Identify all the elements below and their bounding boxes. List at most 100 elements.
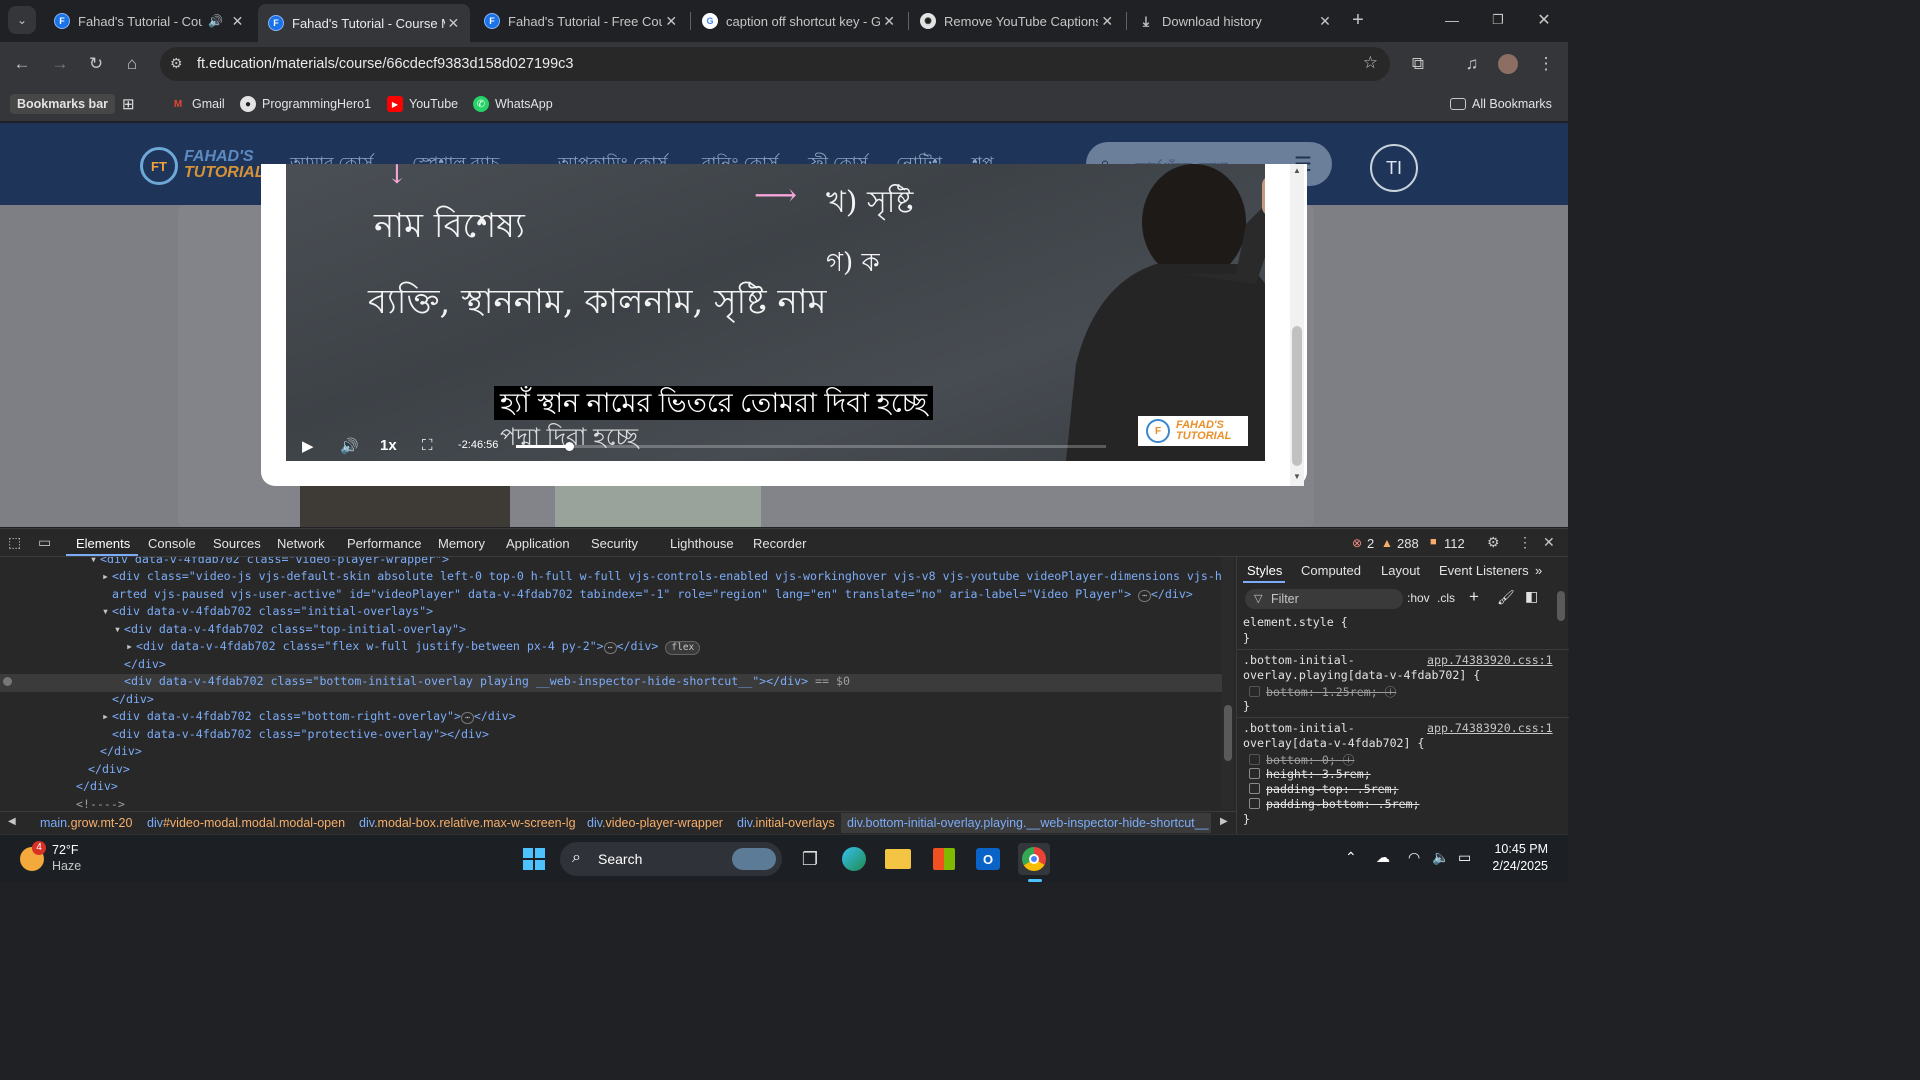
restore-window-icon[interactable]: ❐ <box>1484 6 1512 34</box>
microsoft-store-icon[interactable] <box>928 843 960 875</box>
tab-fahads-tutorial-free[interactable]: F Fahad's Tutorial - Free Cou ✕ <box>474 6 688 36</box>
tab-google-search[interactable]: G caption off shortcut key - G ✕ <box>692 6 906 36</box>
breadcrumb-scroll-left-icon[interactable]: ◀ <box>8 816 16 827</box>
collapse-triangle-icon[interactable]: ▾ <box>102 604 112 618</box>
rule-selector-continued[interactable]: overlay[data-v-4fdab702] { <box>1243 736 1424 750</box>
declaration-checkbox[interactable] <box>1249 754 1260 765</box>
devtools-tab-application[interactable]: Application <box>506 536 570 551</box>
style-declaration[interactable]: bottom: 0; ⓘ <box>1243 752 1354 768</box>
declaration-checkbox[interactable] <box>1249 798 1260 809</box>
tab-chatgpt[interactable]: ✺ Remove YouTube Captions ✕ <box>910 6 1124 36</box>
dom-node-close[interactable]: </div> <box>0 692 154 710</box>
user-avatar[interactable]: TI <box>1370 144 1418 192</box>
error-icon[interactable]: ⊗ <box>1352 536 1362 550</box>
edge-browser-icon[interactable] <box>838 843 870 875</box>
declaration-checkbox[interactable] <box>1249 768 1260 779</box>
warning-count[interactable]: 288 <box>1397 536 1419 551</box>
stylesheet-source-link[interactable]: app.74383920.css:1 <box>1427 653 1553 667</box>
toggle-sidebar-icon[interactable]: ◧ <box>1525 588 1538 605</box>
info-icon[interactable]: ⓘ <box>1385 685 1397 699</box>
collapse-triangle-icon[interactable]: ▾ <box>114 622 124 636</box>
devtools-menu-icon[interactable]: ⋮ <box>1518 534 1532 551</box>
apps-grid-icon[interactable]: ⊞ <box>122 94 135 114</box>
dom-node-continued[interactable]: arted vjs-paused vjs-user-active" id="vi… <box>0 587 1193 605</box>
devtools-tab-lighthouse[interactable]: Lighthouse <box>670 536 734 551</box>
address-bar[interactable]: ⚙ ft.education/materials/course/66cdecf9… <box>160 47 1390 81</box>
collapse-triangle-icon[interactable]: ▾ <box>90 557 100 566</box>
style-declaration[interactable]: padding-bottom: .5rem; <box>1243 797 1420 811</box>
dom-node-close[interactable]: </div> <box>0 779 118 797</box>
tab-fahads-tutorial-1[interactable]: F Fahad's Tutorial - Cour 🔊 ✕ <box>44 6 254 36</box>
settings-gear-icon[interactable]: ⚙ <box>1487 534 1500 551</box>
file-explorer-icon[interactable] <box>882 843 914 875</box>
devtools-tab-performance[interactable]: Performance <box>347 536 421 551</box>
bookmark-gmail[interactable]: M Gmail <box>170 94 225 114</box>
ellipsis-badge[interactable]: ⋯ <box>603 642 617 654</box>
devtools-tab-sources[interactable]: Sources <box>213 536 261 551</box>
issues-count[interactable]: 112 <box>1444 536 1465 551</box>
dom-node-close[interactable]: </div> <box>0 657 166 675</box>
breadcrumb-item[interactable]: main.grow.mt-20 <box>40 816 132 830</box>
volume-icon[interactable]: 🔊 <box>340 437 359 455</box>
site-logo-text[interactable]: FAHAD'S TUTORIAL <box>184 149 265 181</box>
task-view-icon[interactable]: ❐ <box>794 843 826 875</box>
bookmark-programminghero[interactable]: ● ProgrammingHero1 <box>240 94 371 114</box>
scroll-down-arrow-icon[interactable]: ▼ <box>1293 472 1301 481</box>
seek-bar-handle[interactable] <box>565 442 575 451</box>
expand-triangle-icon[interactable]: ▸ <box>102 709 112 723</box>
elements-dom-tree[interactable]: ▾ <div data-v-4fdab702 class="video-playe… <box>0 557 1222 809</box>
element-style-rule[interactable]: element.style { <box>1243 615 1348 629</box>
breadcrumb-item[interactable]: div.initial-overlays <box>737 816 835 830</box>
windows-start-icon[interactable] <box>518 843 550 875</box>
dom-node[interactable]: <div data-v-4fdab702 class="protective-o… <box>0 727 489 745</box>
styles-filter-input[interactable]: ▽ Filter <box>1245 589 1403 609</box>
style-declaration[interactable]: bottom: 1.25rem; ⓘ <box>1243 684 1396 700</box>
bookmarks-bar-label[interactable]: Bookmarks bar <box>10 94 116 114</box>
speaker-icon[interactable]: 🔊 <box>208 14 223 28</box>
show-hidden-icons-chevron[interactable]: ⌃ <box>1345 849 1357 866</box>
bookmark-youtube[interactable]: ▶ YouTube <box>387 94 458 114</box>
close-tab-icon[interactable]: ✕ <box>662 13 680 30</box>
dom-node-selected[interactable]: <div data-v-4fdab702 class="bottom-initi… <box>0 674 1222 692</box>
flex-badge[interactable]: flex <box>665 641 701 655</box>
fullscreen-icon[interactable]: ⛶ <box>422 437 433 454</box>
style-declaration[interactable]: padding-top: .5rem; <box>1243 782 1399 796</box>
dom-node[interactable]: ▾ <div data-v-4fdab702 class="top-initial… <box>0 622 466 640</box>
dom-node[interactable]: ▸ <div data-v-4fdab702 class="bottom-righ… <box>0 709 516 727</box>
ellipsis-badge[interactable]: ⋯ <box>1138 589 1151 602</box>
breadcrumb-item-current[interactable]: div.bottom-initial-overlay.playing.__web… <box>841 813 1211 833</box>
expand-triangle-icon[interactable]: ▸ <box>126 639 136 653</box>
close-window-icon[interactable]: ✕ <box>1530 6 1558 34</box>
device-toolbar-icon[interactable]: ▭ <box>38 534 51 551</box>
dom-tree-scrollbar[interactable] <box>1222 557 1234 809</box>
volume-icon[interactable]: 🔈 <box>1432 849 1449 866</box>
bookmark-whatsapp[interactable]: ✆ WhatsApp <box>473 94 553 114</box>
devtools-tab-network[interactable]: Network <box>277 536 325 551</box>
breadcrumb-item[interactable]: div.video-player-wrapper <box>587 816 723 830</box>
styles-tab-layout[interactable]: Layout <box>1381 563 1420 578</box>
issues-icon[interactable]: ■ <box>1430 536 1437 548</box>
dom-node[interactable]: ▾ <div data-v-4fdab702 class="video-playe… <box>0 557 449 570</box>
reload-icon[interactable]: ↻ <box>82 50 110 78</box>
dom-comment[interactable]: <!----> <box>0 797 125 810</box>
browser-menu-icon[interactable]: ⋮ <box>1532 50 1560 78</box>
expand-triangle-icon[interactable]: ▸ <box>102 569 112 583</box>
styles-scrollbar-thumb[interactable] <box>1557 591 1565 621</box>
close-tab-icon[interactable]: ✕ <box>1316 13 1334 30</box>
error-count[interactable]: 2 <box>1367 536 1374 551</box>
style-declaration[interactable]: height: 3.5rem; <box>1243 767 1371 781</box>
class-toggle[interactable]: .cls <box>1437 591 1455 605</box>
ellipsis-badge[interactable]: ⋯ <box>461 712 474 724</box>
close-tab-icon[interactable]: ✕ <box>445 15 462 32</box>
devtools-tab-memory[interactable]: Memory <box>438 536 485 551</box>
all-bookmarks[interactable]: All Bookmarks <box>1450 94 1552 114</box>
site-info-icon[interactable]: ⚙ <box>170 55 183 72</box>
onedrive-cloud-icon[interactable]: ☁ <box>1376 849 1390 866</box>
new-style-rule-icon[interactable]: + <box>1469 587 1479 607</box>
rule-selector-continued[interactable]: overlay.playing[data-v-4fdab702] { <box>1243 668 1480 682</box>
modal-scrollbar-thumb[interactable] <box>1292 326 1302 466</box>
video-player[interactable]: ↓ নাম বিশেষ্য ব্যক্তি, স্থাননাম, কালনাম,… <box>286 164 1265 461</box>
paint-brush-icon[interactable]: 🖌 <box>1497 589 1515 606</box>
system-clock[interactable]: 10:45 PM 2/24/2025 <box>1488 841 1548 875</box>
close-tab-icon[interactable]: ✕ <box>1098 13 1116 30</box>
